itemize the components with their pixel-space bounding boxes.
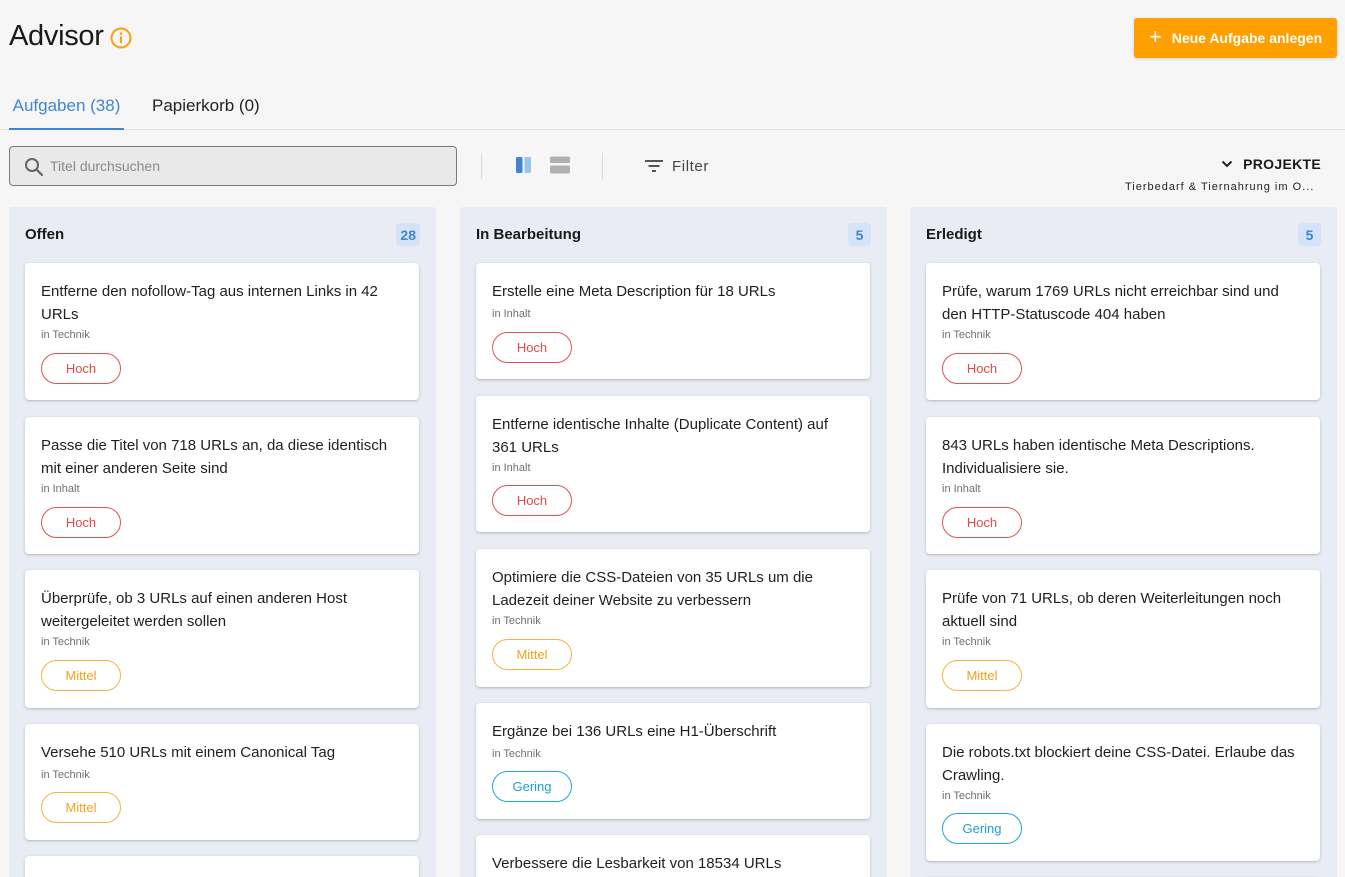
chevron-down-icon (1221, 160, 1233, 168)
column-in-bearbeitung: In Bearbeitung 5 Erstelle eine Meta Desc… (460, 207, 887, 877)
task-title: Überprüfe, ob 3 URLs auf einen anderen H… (41, 590, 348, 630)
projects-label: PROJEKTE (1243, 156, 1321, 172)
task-category: in Inhalt (942, 483, 981, 495)
column-count-badge: 5 (848, 223, 871, 246)
task-card[interactable]: Entferne identische Inhalte (Duplicate C… (476, 396, 870, 532)
priority-badge[interactable]: Mittel (41, 792, 121, 823)
task-card[interactable]: 843 URLs haben identische Meta Descripti… (926, 417, 1320, 554)
new-task-button[interactable]: + Neue Aufgabe anlegen (1134, 18, 1337, 58)
column-view-icon[interactable] (515, 155, 533, 175)
task-category: in Technik (942, 790, 991, 802)
task-category: in Technik (942, 636, 991, 648)
task-category: in Technik (492, 615, 541, 627)
column-offen: Offen 28 Entferne den nofollow-Tag aus i… (9, 207, 436, 877)
tab-papierkorb[interactable]: Papierkorb (0) (152, 86, 260, 130)
task-title: Ergänze bei 136 URLs eine H1-Überschrift (492, 723, 777, 740)
task-title: 843 URLs haben identische Meta Descripti… (942, 437, 1255, 477)
priority-badge[interactable]: Hoch (492, 485, 572, 516)
task-card[interactable]: Ergänze bei 136 URLs eine H1-Überschrift… (476, 703, 870, 819)
priority-badge[interactable]: Mittel (492, 639, 572, 670)
task-category: in Technik (41, 636, 90, 648)
filter-icon (645, 160, 663, 172)
priority-badge[interactable]: Mittel (41, 660, 121, 691)
filter-label: Filter (672, 157, 709, 175)
task-title: Die robots.txt blockiert deine CSS-Datei… (942, 744, 1295, 784)
task-category: in Technik (41, 769, 90, 781)
task-category: in Inhalt (492, 308, 531, 320)
priority-badge[interactable]: Mittel (942, 660, 1022, 691)
toolbar-divider (602, 153, 603, 179)
task-card[interactable]: Prüfe von 71 URLs, ob deren Weiterleitun… (926, 570, 1320, 708)
page-title: Advisor (9, 20, 104, 52)
page-header: Advisor + Neue Aufgabe anlegen (0, 0, 1345, 80)
task-category: in Technik (41, 329, 90, 341)
task-card[interactable]: Prüfe, warum 1769 URLs nicht erreichbar … (926, 263, 1320, 400)
tab-aufgaben[interactable]: Aufgaben (38) (9, 86, 124, 130)
selected-project: Tierbedarf & Tiernahrung im O... (1125, 181, 1315, 193)
task-card[interactable]: Versehe 510 URLs mit einem Canonical Tag… (25, 724, 419, 840)
task-card[interactable]: Optimiere die CSS-Dateien von 35 URLs um… (476, 549, 870, 687)
tab-bar: Aufgaben (38) Papierkorb (0) (0, 86, 1345, 130)
task-title: Verbessere die Lesbarkeit von 18534 URLs (492, 855, 782, 872)
column-title: In Bearbeitung (476, 226, 582, 243)
task-card[interactable]: Erstelle eine Meta Description für 18 UR… (476, 263, 870, 379)
task-title: Erstelle eine Meta Description für 18 UR… (492, 283, 776, 300)
priority-badge[interactable]: Hoch (942, 353, 1022, 384)
task-title: Entferne den nofollow-Tag aus internen L… (41, 283, 378, 323)
filter-button[interactable]: Filter (644, 154, 709, 178)
task-card[interactable]: Passe die Titel von 718 URLs an, da dies… (25, 417, 419, 554)
column-title: Offen (25, 226, 65, 243)
task-card[interactable] (25, 856, 419, 877)
search-box[interactable] (9, 146, 457, 186)
search-input[interactable] (50, 155, 440, 177)
task-card[interactable]: Entferne den nofollow-Tag aus internen L… (25, 263, 419, 400)
task-title: Passe die Titel von 718 URLs an, da dies… (41, 437, 388, 477)
column-count-badge: 5 (1298, 223, 1321, 246)
task-title: Entferne identische Inhalte (Duplicate C… (492, 416, 829, 456)
priority-badge[interactable]: Hoch (942, 507, 1022, 538)
task-title: Prüfe, warum 1769 URLs nicht erreichbar … (942, 283, 1279, 323)
column-erledigt: Erledigt 5 Prüfe, warum 1769 URLs nicht … (910, 207, 1337, 877)
column-count-badge: 28 (396, 223, 420, 246)
column-title: Erledigt (926, 226, 982, 243)
task-category: in Inhalt (41, 483, 80, 495)
projects-dropdown[interactable]: PROJEKTE (1221, 156, 1321, 172)
priority-badge[interactable]: Hoch (41, 353, 121, 384)
list-view-icon[interactable] (549, 155, 571, 175)
toolbar-divider (481, 153, 482, 179)
priority-badge[interactable]: Hoch (41, 507, 121, 538)
priority-badge[interactable]: Hoch (492, 332, 572, 363)
task-card[interactable]: Überprüfe, ob 3 URLs auf einen anderen H… (25, 570, 419, 708)
task-title: Versehe 510 URLs mit einem Canonical Tag (41, 744, 336, 761)
new-task-label: Neue Aufgabe anlegen (1171, 30, 1323, 46)
priority-badge[interactable]: Gering (492, 771, 572, 802)
task-title: Optimiere die CSS-Dateien von 35 URLs um… (492, 569, 813, 609)
task-category: in Inhalt (492, 462, 531, 474)
priority-badge[interactable]: Gering (942, 813, 1022, 844)
task-category: in Technik (492, 748, 541, 760)
info-icon[interactable] (110, 27, 132, 49)
search-icon (25, 158, 44, 177)
task-card[interactable]: Die robots.txt blockiert deine CSS-Datei… (926, 724, 1320, 861)
plus-icon: + (1148, 24, 1162, 49)
task-category: in Technik (942, 329, 991, 341)
task-card[interactable]: Verbessere die Lesbarkeit von 18534 URLs (476, 835, 870, 877)
task-title: Prüfe von 71 URLs, ob deren Weiterleitun… (942, 590, 1282, 630)
advisor-app: Advisor + Neue Aufgabe anlegen Aufgaben … (0, 0, 1345, 877)
